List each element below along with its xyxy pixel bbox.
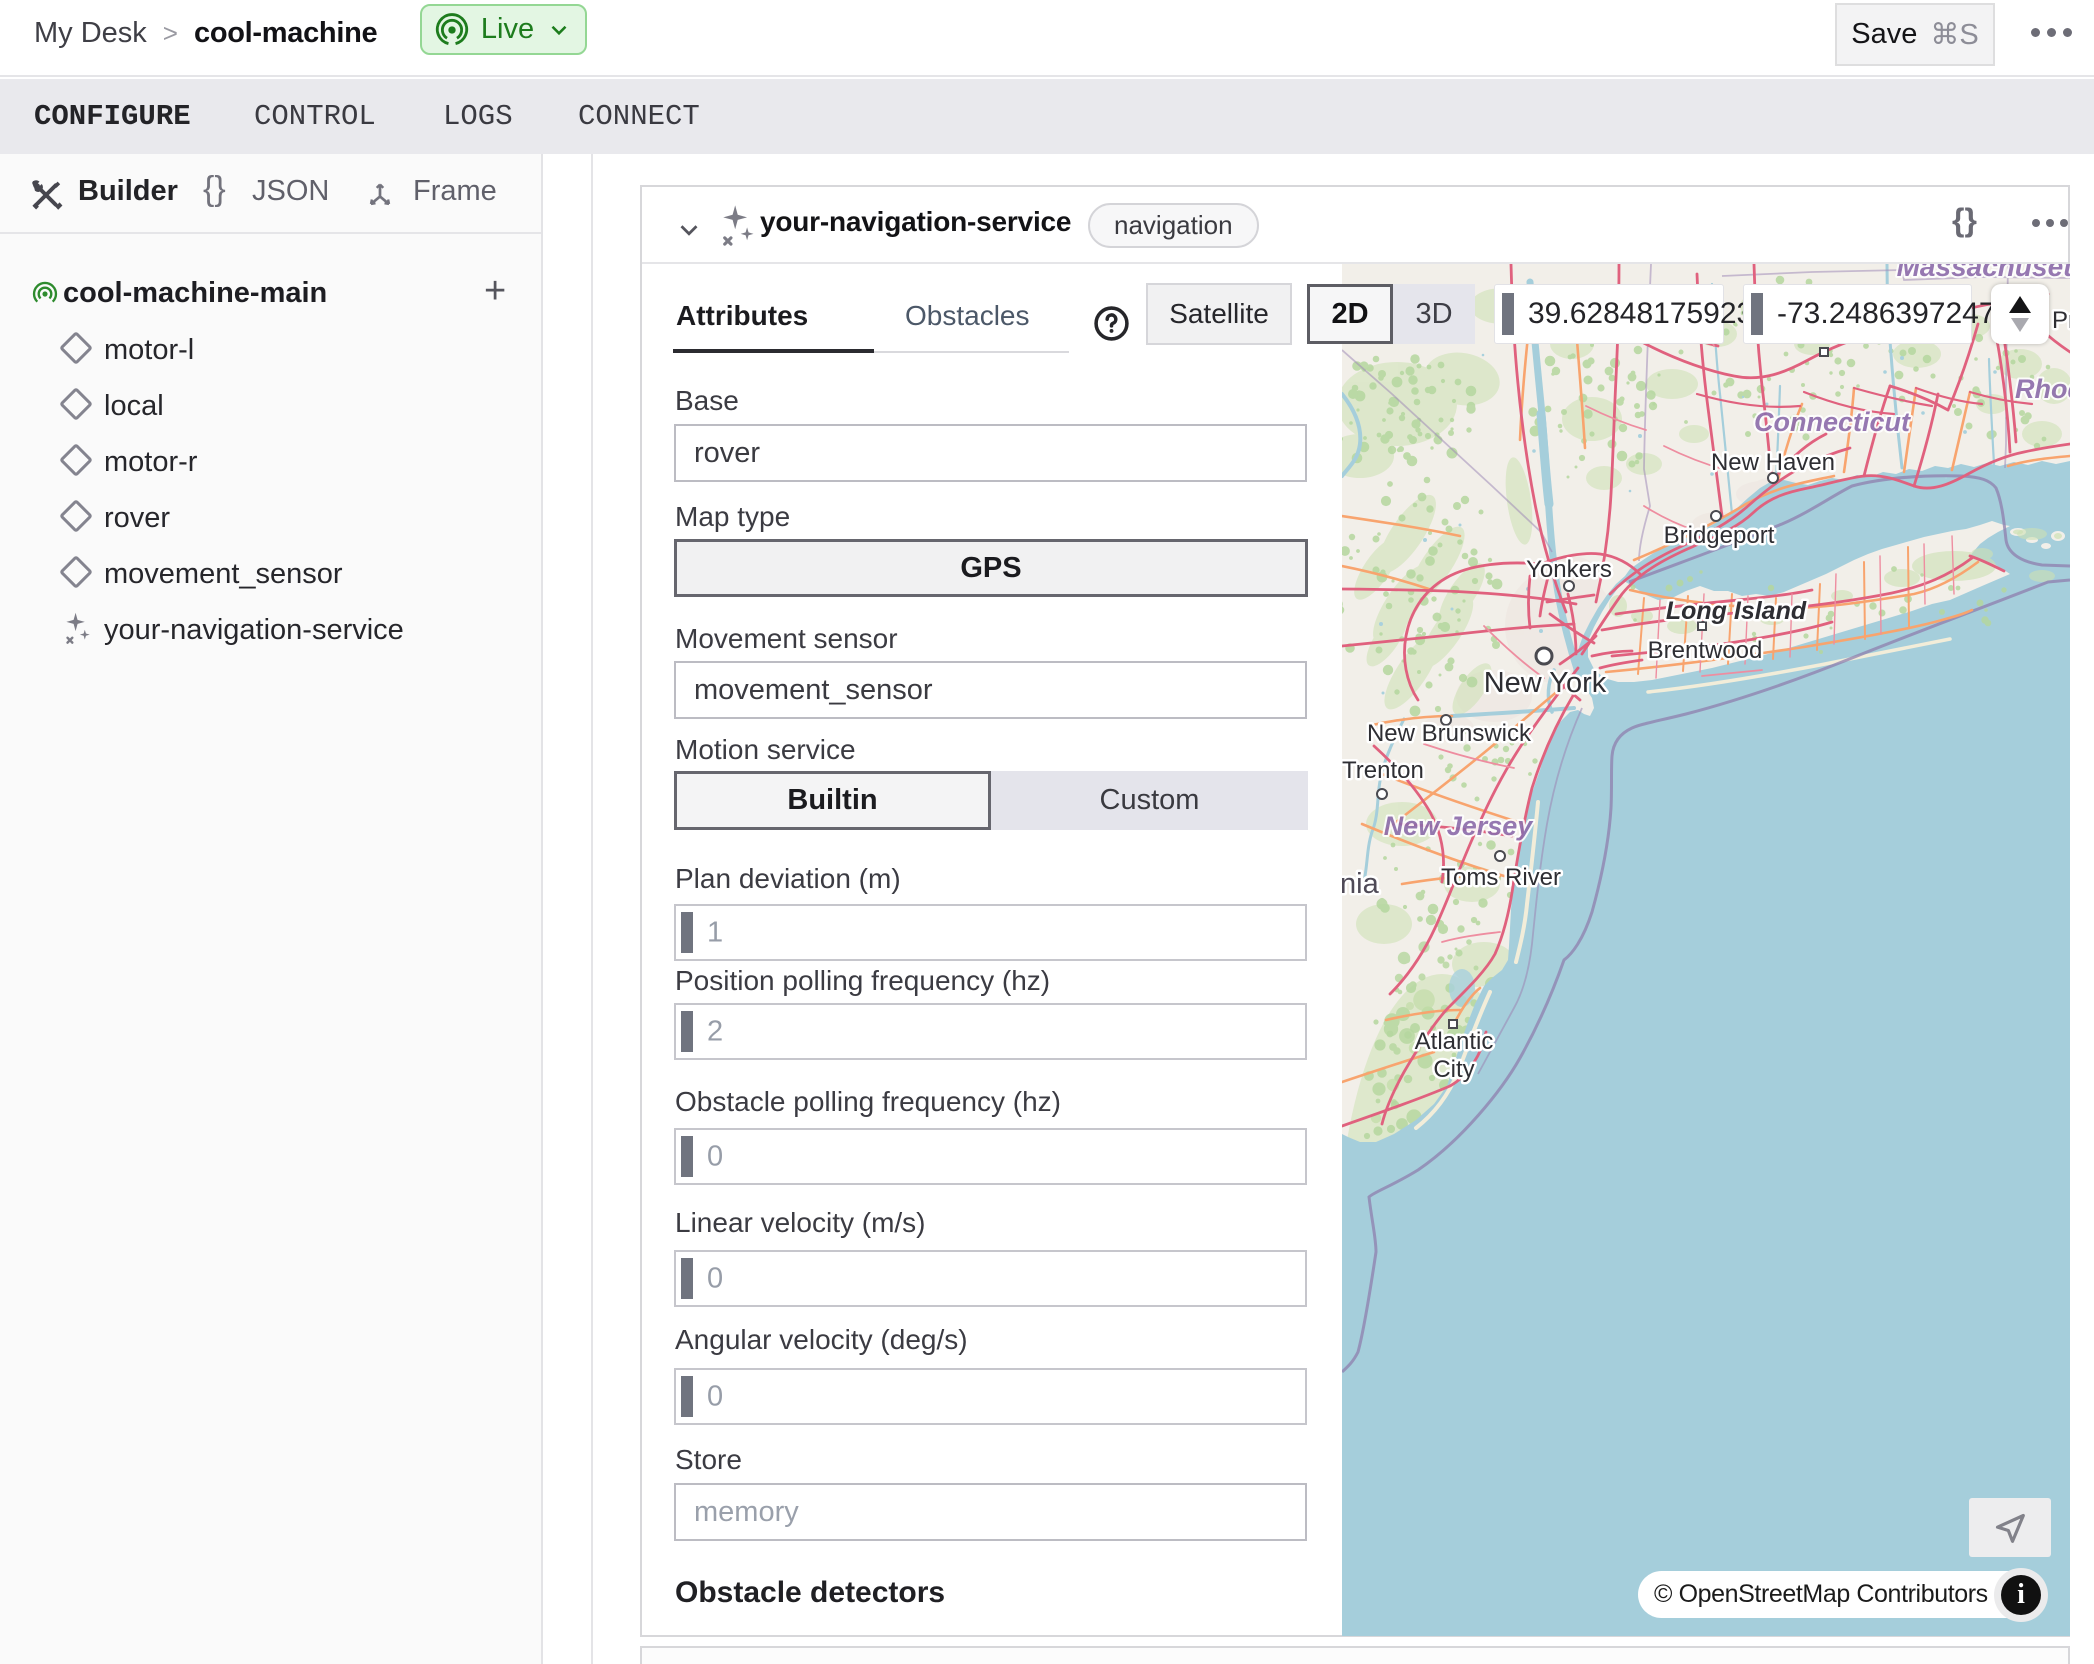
svg-text:Bridgeport: Bridgeport <box>1664 522 1775 549</box>
svg-text:New Jersey: New Jersey <box>1384 811 1535 841</box>
svg-text:Atlantic: Atlantic <box>1415 1028 1494 1055</box>
svg-text:Long Island: Long Island <box>1666 597 1807 625</box>
svg-text:Massachusetts: Massachusetts <box>1897 264 2070 282</box>
svg-text:New Brunswick: New Brunswick <box>1367 720 1532 747</box>
svg-text:Trenton: Trenton <box>1342 757 1424 784</box>
svg-text:Connecticut: Connecticut <box>1754 407 1911 437</box>
svg-text:New York: New York <box>1484 667 1607 699</box>
svg-text:Rhode Island: Rhode Island <box>2015 374 2070 404</box>
svg-text:Brentwood: Brentwood <box>1648 637 1763 664</box>
svg-text:nia: nia <box>1342 868 1380 900</box>
svg-text:New Haven: New Haven <box>1711 449 1835 476</box>
svg-text:Yonkers: Yonkers <box>1526 556 1612 583</box>
svg-text:Toms River: Toms River <box>1441 864 1561 891</box>
svg-text:City: City <box>1433 1056 1474 1083</box>
svg-text:Pro: Pro <box>2052 307 2070 334</box>
